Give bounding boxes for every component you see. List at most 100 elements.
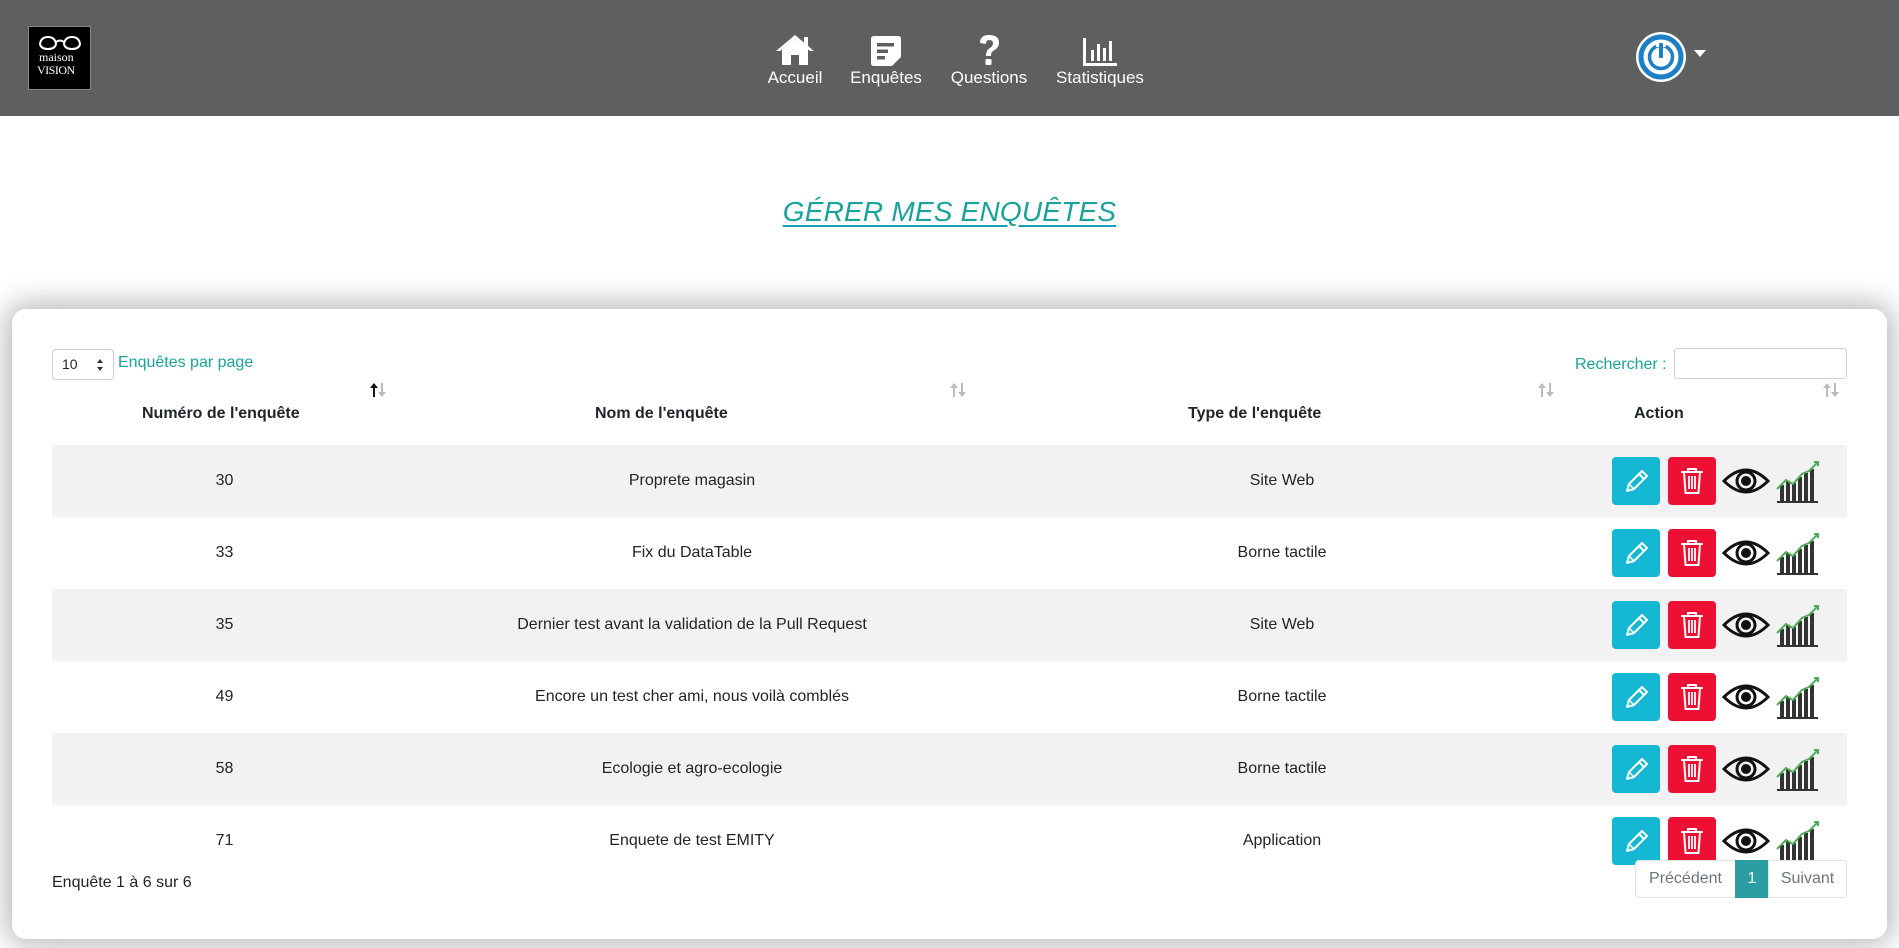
view-button[interactable] xyxy=(1721,461,1771,501)
statistics-button[interactable] xyxy=(1774,819,1822,865)
nav-label-questions: Questions xyxy=(950,68,1028,87)
cell-type: Borne tactile xyxy=(1237,544,1327,561)
column-header-type[interactable]: Type de l'enquête xyxy=(932,396,1522,426)
home-icon xyxy=(775,22,815,66)
nav-label-statistiques: Statistiques xyxy=(1056,68,1144,87)
edit-button[interactable] xyxy=(1612,601,1660,649)
page-title: GÉRER MES ENQUÊTES xyxy=(782,196,1117,227)
column-header-action[interactable]: Action xyxy=(1522,396,1847,426)
delete-button[interactable] xyxy=(1668,673,1716,721)
trash-icon xyxy=(1681,684,1703,710)
logo-text-line1: maison xyxy=(39,50,74,64)
page-length-value: 10 xyxy=(62,356,78,372)
view-button[interactable] xyxy=(1721,677,1771,717)
table-row: 33 Fix du DataTable Borne tactile xyxy=(52,517,1847,589)
view-button[interactable] xyxy=(1721,605,1771,645)
cell-numero: 35 xyxy=(215,616,234,633)
trash-icon xyxy=(1681,468,1703,494)
page-length-select[interactable]: 10 xyxy=(52,349,114,380)
column-header-nom[interactable]: Nom de l'enquête xyxy=(342,396,932,426)
table-row: 58 Ecologie et agro-ecologie Borne tacti… xyxy=(52,733,1847,805)
nav-questions[interactable]: Questions xyxy=(950,0,1028,116)
eye-icon xyxy=(1721,612,1771,638)
cell-type: Site Web xyxy=(1249,616,1315,633)
user-menu-button[interactable] xyxy=(1636,32,1686,82)
stats-icon xyxy=(1776,677,1819,719)
glasses-logo-icon xyxy=(38,35,82,51)
stats-icon xyxy=(1776,749,1819,791)
sort-icon[interactable] xyxy=(1822,382,1840,398)
nav-accueil[interactable]: Accueil xyxy=(764,0,826,116)
edit-button[interactable] xyxy=(1612,529,1660,577)
pencil-icon xyxy=(1626,830,1648,852)
column-header-numero[interactable]: Numéro de l'enquête xyxy=(52,396,342,426)
table-info: Enquête 1 à 6 sur 6 xyxy=(52,874,192,891)
cell-nom: Enquete de test EMITY xyxy=(609,832,775,849)
cell-numero: 49 xyxy=(215,688,234,705)
delete-button[interactable] xyxy=(1668,529,1716,577)
pagination-page-1[interactable]: 1 xyxy=(1735,860,1769,898)
pagination-previous[interactable]: Précédent xyxy=(1635,860,1736,898)
pagination-next[interactable]: Suivant xyxy=(1768,860,1847,898)
sort-icon[interactable] xyxy=(1537,382,1555,398)
delete-button[interactable] xyxy=(1668,745,1716,793)
chevron-down-icon[interactable] xyxy=(1694,50,1706,57)
stats-icon xyxy=(1776,533,1819,575)
cell-type: Borne tactile xyxy=(1237,760,1327,777)
eye-icon xyxy=(1721,540,1771,566)
surveys-table-card: 10 Enquêtes par page Rechercher : Numéro… xyxy=(12,309,1887,939)
bar-chart-icon xyxy=(1083,22,1117,66)
search-input[interactable] xyxy=(1674,348,1847,379)
statistics-button[interactable] xyxy=(1774,675,1822,721)
nav-label-enquetes: Enquêtes xyxy=(850,68,922,87)
statistics-button[interactable] xyxy=(1774,747,1822,793)
cell-nom: Encore un test cher ami, nous voilà comb… xyxy=(535,688,849,705)
edit-button[interactable] xyxy=(1612,817,1660,865)
eye-icon xyxy=(1721,468,1771,494)
cell-nom: Ecologie et agro-ecologie xyxy=(601,760,783,777)
pagination: Précédent 1 Suivant xyxy=(1635,860,1847,898)
stats-icon xyxy=(1776,821,1819,863)
pencil-icon xyxy=(1626,614,1648,636)
logo-text-line2: VISION xyxy=(37,63,75,77)
search-label: Rechercher : xyxy=(1575,356,1667,373)
sort-icon[interactable] xyxy=(949,382,967,398)
delete-button[interactable] xyxy=(1668,817,1716,865)
eye-icon xyxy=(1721,828,1771,854)
select-arrows-icon xyxy=(97,359,103,371)
statistics-button[interactable] xyxy=(1774,459,1822,505)
statistics-button[interactable] xyxy=(1774,603,1822,649)
cell-numero: 58 xyxy=(215,760,234,777)
statistics-button[interactable] xyxy=(1774,531,1822,577)
view-button[interactable] xyxy=(1721,749,1771,789)
cell-numero: 30 xyxy=(215,472,234,489)
question-icon xyxy=(978,22,1000,66)
nav-enquetes[interactable]: Enquêtes xyxy=(850,0,922,116)
cell-nom: Proprete magasin xyxy=(628,472,756,489)
pencil-icon xyxy=(1626,758,1648,780)
sort-ascending-icon[interactable] xyxy=(369,382,387,398)
survey-icon xyxy=(871,22,901,66)
top-navbar: maison VISION Accueil Enquêtes Questions… xyxy=(0,0,1899,116)
view-button[interactable] xyxy=(1721,821,1771,861)
trash-icon xyxy=(1681,612,1703,638)
pencil-icon xyxy=(1626,686,1648,708)
edit-button[interactable] xyxy=(1612,673,1660,721)
nav-statistiques[interactable]: Statistiques xyxy=(1056,0,1144,116)
pencil-icon xyxy=(1626,470,1648,492)
trash-icon xyxy=(1681,828,1703,854)
view-button[interactable] xyxy=(1721,533,1771,573)
pencil-icon xyxy=(1626,542,1648,564)
edit-button[interactable] xyxy=(1612,457,1660,505)
stats-icon xyxy=(1776,605,1819,647)
cell-numero: 33 xyxy=(215,544,234,561)
delete-button[interactable] xyxy=(1668,457,1716,505)
cell-type: Site Web xyxy=(1249,472,1315,489)
edit-button[interactable] xyxy=(1612,745,1660,793)
table-row: 30 Proprete magasin Site Web xyxy=(52,445,1847,517)
cell-type: Application xyxy=(1242,832,1322,849)
maison-vision-logo[interactable]: maison VISION xyxy=(28,26,91,90)
delete-button[interactable] xyxy=(1668,601,1716,649)
power-icon xyxy=(1638,34,1684,80)
trash-icon xyxy=(1681,756,1703,782)
